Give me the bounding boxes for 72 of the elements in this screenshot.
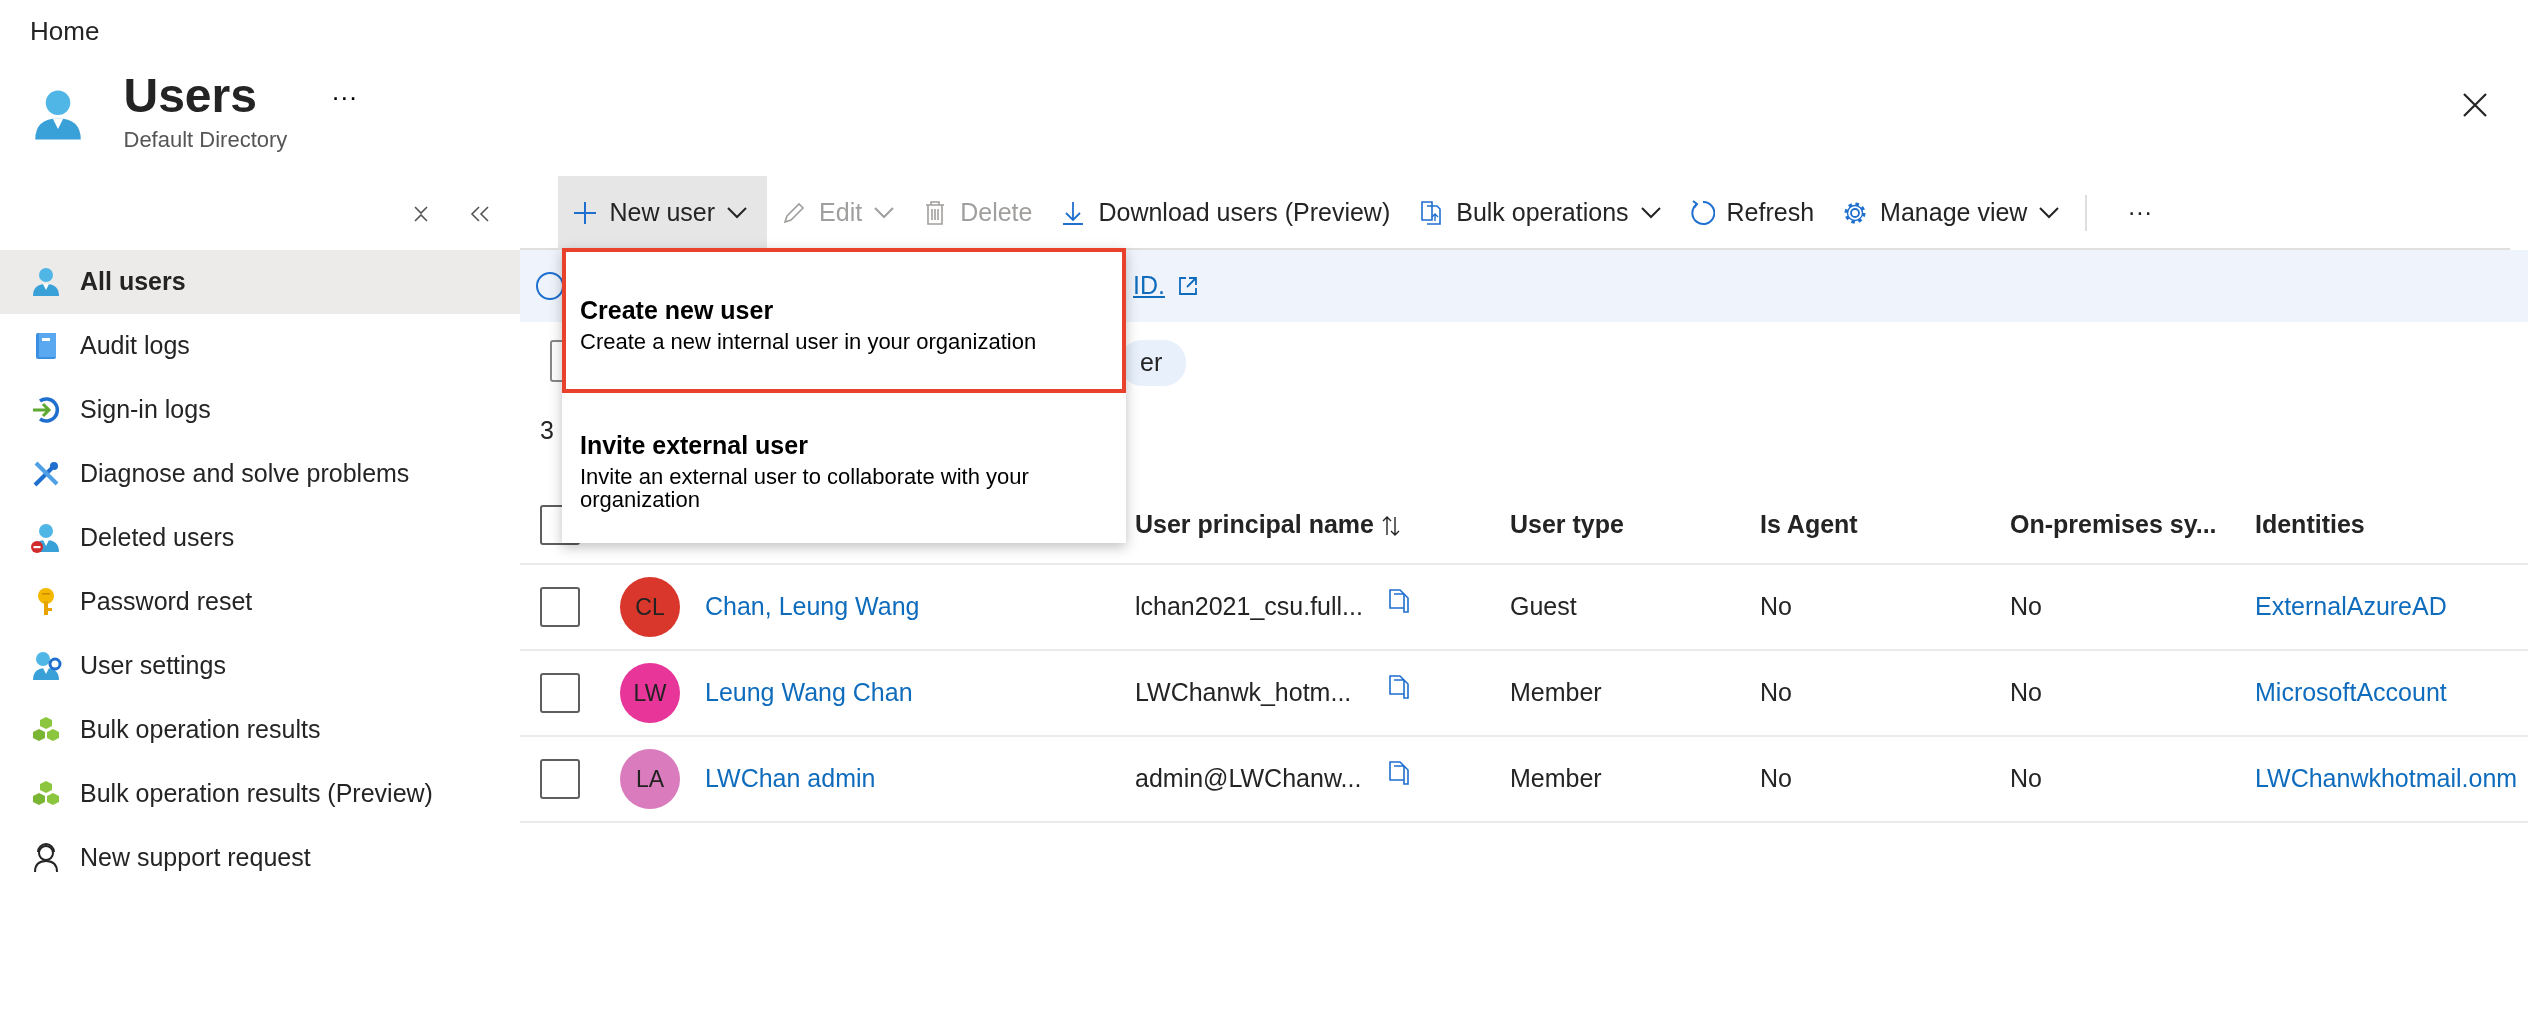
- menu-item[interactable]: Create new user Create a new internal user in your organization: [562, 248, 1126, 393]
- toolbar-button[interactable]: Refresh: [1674, 176, 1829, 249]
- table-cell: Member: [1510, 678, 1602, 707]
- sort-icon: [1382, 515, 1400, 538]
- user-icon: [30, 266, 62, 298]
- chevron-down-icon: [1640, 206, 1661, 219]
- page-subtitle: Default Directory: [123, 125, 288, 154]
- external-link-icon: [1176, 275, 1199, 297]
- sidebar-item[interactable]: Audit logs: [0, 314, 520, 378]
- copy-icon[interactable]: [1388, 674, 1410, 701]
- column-header[interactable]: User principal name: [1135, 509, 1374, 538]
- chevron-down-icon: [2039, 206, 2060, 219]
- table-cell: No: [1760, 592, 1792, 621]
- sidebar-item[interactable]: Bulk operation results: [0, 698, 520, 762]
- table-cell: No: [2010, 764, 2042, 793]
- sidebar-item[interactable]: All users: [0, 250, 520, 314]
- identity-link[interactable]: LWChanwkhotmail.onm: [2255, 764, 2518, 793]
- plus-icon: [571, 199, 598, 226]
- table-cell: No: [1760, 764, 1792, 793]
- avatar: LA: [620, 749, 680, 809]
- menu-item[interactable]: Invite external user Invite an external user to collaborate with your organization: [562, 393, 1126, 543]
- toolbar-button[interactable]: New user: [557, 176, 768, 249]
- sidebar-item[interactable]: Deleted users: [0, 506, 520, 570]
- identity-link[interactable]: ExternalAzureAD: [2255, 592, 2447, 621]
- user-name-link[interactable]: Leung Wang Chan: [705, 674, 913, 712]
- breadcrumb-link[interactable]: Home: [0, 0, 2528, 60]
- deleted-user-icon: [30, 522, 62, 554]
- user-name-link[interactable]: Chan, Leung Wang: [705, 588, 920, 626]
- user-count: 3: [540, 416, 554, 444]
- sidebar-item[interactable]: Bulk operation results (Preview): [0, 762, 520, 826]
- sidebar-item[interactable]: Password reset: [0, 570, 520, 634]
- info-icon: [535, 271, 565, 301]
- table-cell: Member: [1510, 764, 1602, 793]
- sign-in-icon: [30, 394, 62, 426]
- row-checkbox[interactable]: [540, 759, 580, 799]
- refresh-icon: [1688, 199, 1715, 226]
- column-header[interactable]: User type: [1510, 509, 1624, 538]
- column-header[interactable]: On-premises sy...: [2010, 509, 2217, 538]
- table-cell: No: [2010, 592, 2042, 621]
- sidebar-item[interactable]: Diagnose and solve problems: [0, 442, 520, 506]
- chevron-down-icon: [727, 206, 748, 219]
- double-chevron-left-icon[interactable]: [470, 204, 490, 223]
- sidebar-item[interactable]: Sign-in logs: [0, 378, 520, 442]
- collapse-icon[interactable]: [412, 204, 430, 223]
- column-header[interactable]: Is Agent: [1760, 509, 1858, 538]
- copy-icon[interactable]: [1388, 760, 1410, 787]
- table-cell: Guest: [1510, 592, 1577, 621]
- sidebar-item[interactable]: User settings: [0, 634, 520, 698]
- user-settings-icon: [30, 650, 62, 682]
- toolbar-button[interactable]: Manage view: [1828, 176, 2074, 249]
- toolbar-button[interactable]: Download users (Preview): [1046, 176, 1405, 249]
- table-cell: No: [2010, 678, 2042, 707]
- more-button[interactable]: ···: [2113, 176, 2167, 249]
- column-header[interactable]: Identities: [2255, 509, 2365, 538]
- copy-icon[interactable]: [1388, 588, 1410, 615]
- page-title: Users: [123, 70, 258, 123]
- sidebar-item[interactable]: New support request: [0, 826, 520, 890]
- row-checkbox[interactable]: [540, 673, 580, 713]
- table-cell-text: lchan2021_csu.full...: [1135, 591, 1363, 623]
- table-cell: No: [1760, 678, 1792, 707]
- user-name-link[interactable]: LWChan admin: [705, 760, 876, 798]
- avatar: CL: [620, 577, 680, 637]
- identity-link[interactable]: MicrosoftAccount: [2255, 678, 2447, 707]
- avatar: LW: [620, 663, 680, 723]
- info-link[interactable]: ID.: [1133, 267, 1165, 305]
- toolbar-button[interactable]: Bulk operations: [1404, 176, 1675, 249]
- more-button[interactable]: ···: [331, 78, 358, 117]
- table-cell-text: admin@LWChanw...: [1135, 763, 1362, 795]
- table-cell-text: LWChanwk_hotm...: [1135, 677, 1352, 709]
- row-checkbox[interactable]: [540, 587, 580, 627]
- chevron-down-icon: [874, 206, 895, 219]
- close-icon[interactable]: [2462, 92, 2488, 118]
